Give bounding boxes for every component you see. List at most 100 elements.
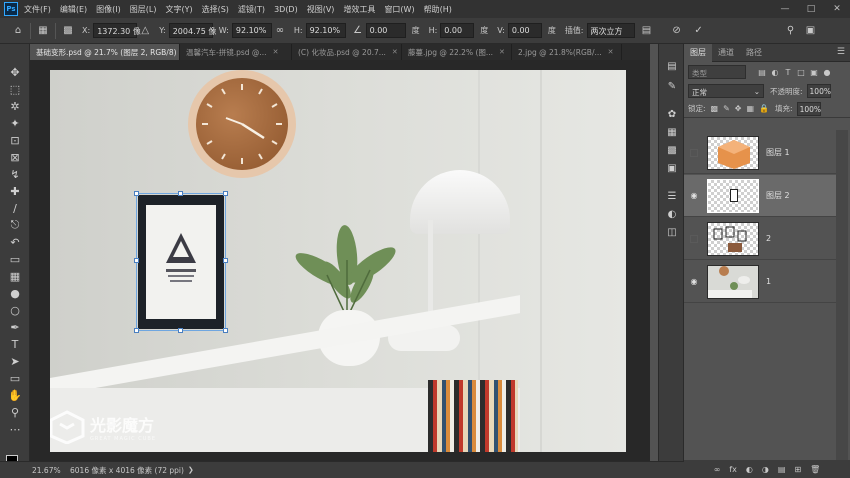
lock-all-icon[interactable]: 🔒 bbox=[759, 104, 769, 113]
layer-row[interactable]: 图层 1 bbox=[684, 132, 836, 174]
new-layer-icon[interactable]: ⊞ bbox=[794, 465, 801, 474]
more-tools-icon[interactable]: ⋯ bbox=[7, 421, 23, 437]
crop-tool-icon[interactable]: ⊡ bbox=[7, 132, 23, 148]
x-position-field[interactable]: 1372.30 像 bbox=[93, 23, 141, 38]
clone-stamp-tool-icon[interactable]: ⎋ bbox=[7, 217, 23, 233]
maximize-icon[interactable]: □ bbox=[798, 0, 824, 18]
type-tool-icon[interactable]: T bbox=[7, 336, 23, 352]
marquee-tool-icon[interactable]: ⬚ bbox=[7, 81, 23, 97]
panel-menu-icon[interactable]: ☰ bbox=[837, 47, 845, 57]
close-icon[interactable]: ✕ bbox=[392, 48, 398, 56]
transform-bounding-box[interactable] bbox=[134, 191, 228, 333]
lasso-tool-icon[interactable]: ✲ bbox=[7, 98, 23, 114]
transform-handle[interactable] bbox=[134, 328, 139, 333]
canvas-area[interactable]: 光影魔方 GREAT MAGIC CUBE bbox=[30, 60, 650, 461]
patterns-icon[interactable]: ▣ bbox=[664, 160, 680, 176]
lock-position-icon[interactable]: ✥ bbox=[735, 104, 742, 113]
menu-help[interactable]: 帮助(H) bbox=[424, 4, 452, 15]
new-group-icon[interactable]: ▤ bbox=[778, 465, 786, 474]
shape-filter-icon[interactable]: □ bbox=[796, 67, 806, 77]
warp-mode-icon[interactable]: ▤ bbox=[639, 23, 655, 39]
libraries-icon[interactable]: ◫ bbox=[664, 224, 680, 240]
transform-handle[interactable] bbox=[223, 328, 228, 333]
interpolation-select[interactable]: 两次立方 bbox=[586, 23, 635, 38]
brush-tool-icon[interactable]: ∕ bbox=[7, 200, 23, 216]
hand-tool-icon[interactable]: ✋ bbox=[7, 387, 23, 403]
close-icon[interactable]: ✕ bbox=[824, 0, 850, 18]
layer-kind-filter[interactable]: 类型 bbox=[688, 65, 746, 79]
y-position-field[interactable]: 2004.75 像 bbox=[168, 23, 216, 38]
tab-layers[interactable]: 图层 bbox=[684, 43, 712, 62]
smart-object-filter-icon[interactable]: ▣ bbox=[809, 67, 819, 77]
color-icon[interactable]: ✿ bbox=[664, 106, 680, 122]
commit-transform-icon[interactable]: ✓ bbox=[691, 23, 707, 39]
minimize-icon[interactable]: — bbox=[772, 0, 798, 18]
tab-document-2[interactable]: 温馨汽车-拼镜.psd @... ✕ bbox=[180, 44, 292, 60]
layer-name[interactable]: 2 bbox=[766, 234, 771, 243]
home-icon[interactable]: ⌂ bbox=[10, 23, 26, 39]
zoom-tool-icon[interactable]: ⚲ bbox=[7, 404, 23, 420]
close-icon[interactable]: ✕ bbox=[499, 48, 505, 56]
transform-handle[interactable] bbox=[134, 258, 139, 263]
comments-icon[interactable]: ✎ bbox=[664, 78, 680, 94]
menu-window[interactable]: 窗口(W) bbox=[384, 4, 414, 15]
properties-icon[interactable]: ☰ bbox=[664, 188, 680, 204]
menu-select[interactable]: 选择(S) bbox=[202, 4, 229, 15]
transform-handle[interactable] bbox=[178, 191, 183, 196]
height-field[interactable]: 92.10% bbox=[305, 23, 346, 38]
layer-row[interactable]: ◉ 图层 2 bbox=[684, 175, 836, 217]
fill-field[interactable]: 100% bbox=[796, 101, 821, 116]
layer-name[interactable]: 1 bbox=[766, 277, 771, 286]
layer-row[interactable]: 2 bbox=[684, 218, 836, 260]
visibility-toggle[interactable] bbox=[684, 234, 704, 243]
status-menu-chevron-icon[interactable]: ❯ bbox=[188, 466, 194, 474]
tab-channels[interactable]: 通道 bbox=[712, 44, 740, 62]
delete-layer-icon[interactable]: 🗑 bbox=[810, 465, 820, 474]
link-icon[interactable]: ∞ bbox=[272, 23, 288, 39]
transform-handle[interactable] bbox=[178, 328, 183, 333]
path-select-tool-icon[interactable]: ➤ bbox=[7, 353, 23, 369]
type-filter-icon[interactable]: T bbox=[783, 67, 793, 77]
swatches-icon[interactable]: ▦ bbox=[664, 124, 680, 140]
eyedropper-tool-icon[interactable]: ↯ bbox=[7, 166, 23, 182]
tab-paths[interactable]: 路径 bbox=[740, 44, 768, 62]
triangle-icon[interactable]: △ bbox=[137, 23, 153, 39]
transform-handle[interactable] bbox=[223, 191, 228, 196]
search-icon[interactable]: ⚲ bbox=[783, 23, 799, 39]
lock-pixels-icon[interactable]: ✎ bbox=[723, 104, 730, 113]
quick-select-tool-icon[interactable]: ✦ bbox=[7, 115, 23, 131]
zoom-level[interactable]: 21.67% bbox=[32, 466, 62, 475]
rectangle-tool-icon[interactable]: ▭ bbox=[7, 370, 23, 386]
menu-plugins[interactable]: 增效工具 bbox=[343, 4, 375, 15]
angle-field[interactable]: 0.00 bbox=[365, 23, 406, 38]
document-canvas[interactable]: 光影魔方 GREAT MAGIC CUBE bbox=[50, 70, 626, 452]
history-brush-tool-icon[interactable]: ↶ bbox=[7, 234, 23, 250]
menu-3d[interactable]: 3D(D) bbox=[274, 5, 298, 14]
menu-type[interactable]: 文字(Y) bbox=[165, 4, 192, 15]
menu-filter[interactable]: 滤镜(T) bbox=[238, 4, 265, 15]
close-icon[interactable]: ✕ bbox=[608, 48, 614, 56]
tab-document-4[interactable]: 藤蔓.jpg @ 22.2% (图... ✕ bbox=[402, 44, 512, 60]
move-tool-icon[interactable]: ✥ bbox=[7, 64, 23, 80]
visibility-toggle[interactable] bbox=[684, 148, 704, 157]
reference-point-icon[interactable]: ▩ bbox=[60, 23, 76, 39]
layer-name[interactable]: 图层 1 bbox=[766, 147, 790, 158]
close-icon[interactable]: ✕ bbox=[273, 48, 279, 56]
gradients-icon[interactable]: ▩ bbox=[664, 142, 680, 158]
menu-file[interactable]: 文件(F) bbox=[24, 4, 51, 15]
transform-tool-icon[interactable]: ▦ bbox=[35, 23, 51, 39]
history-icon[interactable]: ▤ bbox=[664, 58, 680, 74]
pen-tool-icon[interactable]: ✒ bbox=[7, 319, 23, 335]
workspace-icon[interactable]: ▣ bbox=[803, 23, 819, 39]
menu-layer[interactable]: 图层(L) bbox=[130, 4, 157, 15]
transform-handle[interactable] bbox=[223, 258, 228, 263]
filter-toggle-icon[interactable]: ● bbox=[822, 67, 832, 77]
pixel-filter-icon[interactable]: ▤ bbox=[757, 67, 767, 77]
document-info[interactable]: 6016 像素 x 4016 像素 (72 ppi) bbox=[70, 465, 184, 476]
tab-document-1[interactable]: 基础变形.psd @ 21.7% (图层 2, RGB/8) * ✕ bbox=[30, 44, 180, 60]
cancel-transform-icon[interactable]: ⊘ bbox=[669, 23, 685, 39]
blur-tool-icon[interactable]: ● bbox=[7, 285, 23, 301]
skew-v-field[interactable]: 0.00 bbox=[507, 23, 542, 38]
gradient-tool-icon[interactable]: ▦ bbox=[7, 268, 23, 284]
opacity-field[interactable]: 100% bbox=[806, 84, 831, 98]
